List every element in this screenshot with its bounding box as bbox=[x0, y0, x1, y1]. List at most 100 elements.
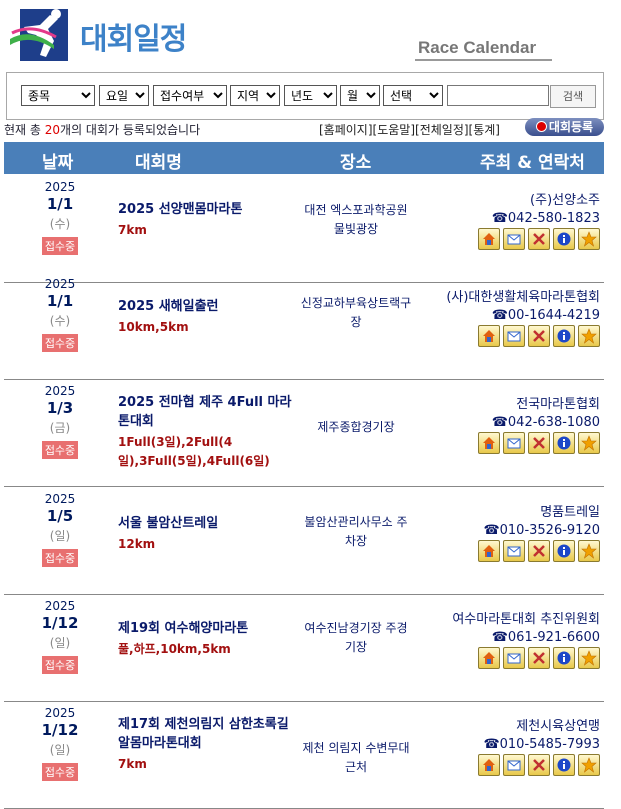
event-date: 2025 1/3 (금) 접수중 bbox=[28, 384, 92, 459]
event-year: 2025 bbox=[44, 706, 76, 720]
register-label: 대회등록 bbox=[548, 120, 594, 134]
row-actions bbox=[478, 647, 600, 669]
event-day: 1/5 bbox=[46, 507, 74, 525]
registration-select[interactable]: 접수여부 bbox=[153, 85, 227, 106]
home-link[interactable]: [홈페이지] bbox=[319, 123, 373, 137]
event-weekday: (일) bbox=[49, 743, 71, 757]
search-button[interactable]: 검색 bbox=[550, 85, 596, 108]
info-icon[interactable] bbox=[553, 228, 575, 250]
search-input[interactable] bbox=[447, 85, 549, 106]
tools-icon[interactable] bbox=[528, 432, 550, 454]
organizer-name: (사)대한생활체육마라톤협회 bbox=[446, 290, 600, 305]
star-icon[interactable] bbox=[578, 432, 600, 454]
register-event-button[interactable]: 대회등록 bbox=[525, 118, 604, 136]
page-title: 대회일정 bbox=[80, 22, 187, 57]
all-schedule-link[interactable]: [전체일정] bbox=[415, 123, 469, 137]
col-name: 대회명 bbox=[135, 153, 182, 173]
info-icon[interactable] bbox=[553, 647, 575, 669]
star-icon[interactable] bbox=[578, 647, 600, 669]
star-icon[interactable] bbox=[578, 540, 600, 562]
row-actions bbox=[478, 540, 600, 562]
organizer: 전국마라톤협회 ☎042-638-1080 bbox=[492, 393, 600, 430]
home-icon[interactable] bbox=[478, 325, 500, 347]
star-icon[interactable] bbox=[578, 228, 600, 250]
count-prefix: 현재 총 bbox=[4, 123, 45, 137]
mail-icon[interactable] bbox=[503, 647, 525, 669]
event-name-link[interactable]: 서울 불암산트레일 bbox=[118, 514, 298, 533]
home-icon[interactable] bbox=[478, 228, 500, 250]
mail-icon[interactable] bbox=[503, 325, 525, 347]
event-name-link[interactable]: 제17회 제천의림지 삼한초록길알몸마라톤대회 bbox=[118, 715, 298, 753]
row-actions bbox=[478, 325, 600, 347]
mail-icon[interactable] bbox=[503, 754, 525, 776]
table-row: 2025 1/1 (수) 접수중 2025 선양맨몸마라톤 7km 대전 엑스포과학공원 물… bbox=[4, 174, 604, 283]
event-info: 제19회 여수해양마라톤풀,하프,10km,5km bbox=[118, 619, 298, 659]
field-select[interactable]: 선택 bbox=[383, 85, 443, 106]
event-distances: 12km bbox=[118, 537, 156, 551]
info-icon[interactable] bbox=[553, 754, 575, 776]
weekday-select[interactable]: 요일 bbox=[99, 85, 149, 106]
status-badge: 접수중 bbox=[41, 763, 79, 781]
event-date: 2025 1/5 (일) 접수중 bbox=[28, 492, 92, 567]
tools-icon[interactable] bbox=[528, 325, 550, 347]
tools-icon[interactable] bbox=[528, 228, 550, 250]
star-icon[interactable] bbox=[578, 754, 600, 776]
home-icon[interactable] bbox=[478, 432, 500, 454]
tools-icon[interactable] bbox=[528, 540, 550, 562]
page-header: 대회일정 Race Calendar bbox=[0, 0, 621, 70]
col-org: 주최 & 연락처 bbox=[480, 153, 585, 173]
event-distances: 1Full(3일),2Full(4일),3Full(5일),4Full(6일) bbox=[118, 435, 270, 468]
info-icon[interactable] bbox=[553, 432, 575, 454]
home-icon[interactable] bbox=[478, 647, 500, 669]
status-badge: 접수중 bbox=[41, 441, 79, 459]
organizer-phone: ☎010-5485-7993 bbox=[483, 737, 600, 752]
col-place: 장소 bbox=[340, 153, 372, 173]
event-place: 제주종합경기장 bbox=[317, 420, 395, 434]
event-name-link[interactable]: 제19회 여수해양마라톤 bbox=[118, 619, 298, 638]
tools-icon[interactable] bbox=[528, 647, 550, 669]
event-distances: 풀,하프,10km,5km bbox=[118, 642, 231, 656]
event-name-link[interactable]: 2025 전마협 제주 4Full 마라톤대회 bbox=[118, 393, 298, 431]
star-icon[interactable] bbox=[578, 325, 600, 347]
table-row: 2025 1/12 (일) 접수중 제19회 여수해양마라톤 풀,하프,10km,5km 여… bbox=[4, 593, 604, 702]
organizer-phone: ☎010-3526-9120 bbox=[483, 523, 600, 538]
mail-icon[interactable] bbox=[503, 228, 525, 250]
event-day: 1/12 bbox=[41, 721, 79, 739]
event-distances: 7km bbox=[118, 757, 147, 771]
month-select[interactable]: 월 bbox=[340, 85, 380, 106]
event-weekday: (일) bbox=[49, 636, 71, 650]
info-icon[interactable] bbox=[553, 325, 575, 347]
event-distances: 7km bbox=[118, 223, 147, 237]
organizer-name: 전국마라톤협회 bbox=[516, 397, 600, 412]
event-date: 2025 1/12 (일) 접수중 bbox=[28, 599, 92, 674]
event-day: 1/12 bbox=[41, 614, 79, 632]
row-actions bbox=[478, 432, 600, 454]
organizer: 제천시육상연맹 ☎010-5485-7993 bbox=[483, 715, 600, 752]
record-dot-icon bbox=[535, 121, 547, 132]
event-name-link[interactable]: 2025 선양맨몸마라톤 bbox=[118, 200, 298, 219]
region-select[interactable]: 지역 bbox=[230, 85, 280, 106]
event-year: 2025 bbox=[44, 180, 76, 194]
count-number: 20 bbox=[44, 123, 61, 137]
mail-icon[interactable] bbox=[503, 540, 525, 562]
event-weekday: (금) bbox=[49, 421, 71, 435]
help-link[interactable]: [도움말] bbox=[373, 123, 415, 137]
home-icon[interactable] bbox=[478, 540, 500, 562]
year-select[interactable]: 년도 bbox=[284, 85, 337, 106]
home-icon[interactable] bbox=[478, 754, 500, 776]
category-select[interactable]: 종목 bbox=[21, 85, 95, 106]
status-badge: 접수중 bbox=[41, 334, 79, 352]
mail-icon[interactable] bbox=[503, 432, 525, 454]
info-icon[interactable] bbox=[553, 540, 575, 562]
tools-icon[interactable] bbox=[528, 754, 550, 776]
organizer-phone: ☎042-638-1080 bbox=[491, 415, 600, 430]
event-date: 2025 1/1 (수) 접수중 bbox=[28, 180, 92, 255]
event-count: 현재 총 20개의 대회가 등록되었습니다 bbox=[4, 121, 200, 138]
event-weekday: (수) bbox=[49, 314, 71, 328]
event-date: 2025 1/1 (수) 접수중 bbox=[28, 277, 92, 352]
stats-link[interactable]: [통계] bbox=[469, 123, 500, 137]
event-year: 2025 bbox=[44, 492, 76, 506]
event-name-link[interactable]: 2025 새해일출런 bbox=[118, 297, 298, 316]
event-day: 1/3 bbox=[46, 399, 74, 417]
organizer-name: (주)선양소주 bbox=[530, 193, 600, 208]
